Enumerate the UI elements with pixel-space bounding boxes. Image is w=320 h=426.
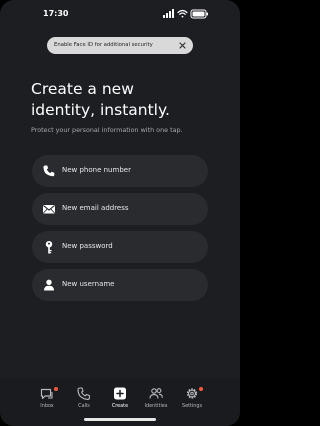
action-label: New phone number [62,166,131,174]
tab-inbox[interactable]: Inbox [29,386,65,422]
settings-badge [199,387,203,391]
page-subtitle: Protect your personal information with o… [31,126,183,134]
tab-label: Calls [78,403,90,409]
person-icon [44,279,54,291]
mail-icon [43,205,55,214]
tab-label: Inbox [40,403,54,409]
status-time: 17:30 [43,9,69,18]
new-username-button[interactable]: New username [32,269,208,301]
tab-settings[interactable]: Settings [174,386,210,422]
status-bar: 17:30 [0,0,240,28]
page-title: Create a new identity, instantly. [31,79,221,121]
key-icon [45,241,53,254]
phone-icon [77,387,90,400]
tab-create[interactable]: Create [102,386,138,422]
action-label: New password [62,242,113,250]
status-icons [163,9,208,19]
tab-label: Identities [144,403,168,409]
action-label: New username [62,280,115,288]
gear-icon [186,388,198,399]
page-title-line-1: Create a new [31,80,134,98]
tab-calls[interactable]: Calls [66,386,102,422]
phone-icon [43,165,55,177]
signal-icon [163,9,174,18]
new-password-button[interactable]: New password [32,231,208,263]
close-icon[interactable] [176,39,189,52]
banner-text: Enable Face ID for additional security [54,42,153,48]
app-screen: 17:30 Enable Face ID for additional secu… [0,0,240,426]
inbox-badge [54,387,58,391]
wifi-icon [177,9,188,18]
plus-icon [114,387,126,400]
tab-label: Settings [181,403,203,409]
new-phone-number-button[interactable]: New phone number [32,155,208,187]
tab-identities[interactable]: Identities [138,386,174,422]
battery-icon [190,9,208,19]
tab-label: Create [111,403,129,409]
inbox-icon [40,388,53,400]
home-indicator [84,418,156,421]
face-id-banner[interactable]: Enable Face ID for additional security [47,37,193,54]
new-email-address-button[interactable]: New email address [32,193,208,225]
page-title-line-2: identity, instantly. [31,101,170,119]
people-icon [149,388,163,399]
action-label: New email address [62,204,129,212]
